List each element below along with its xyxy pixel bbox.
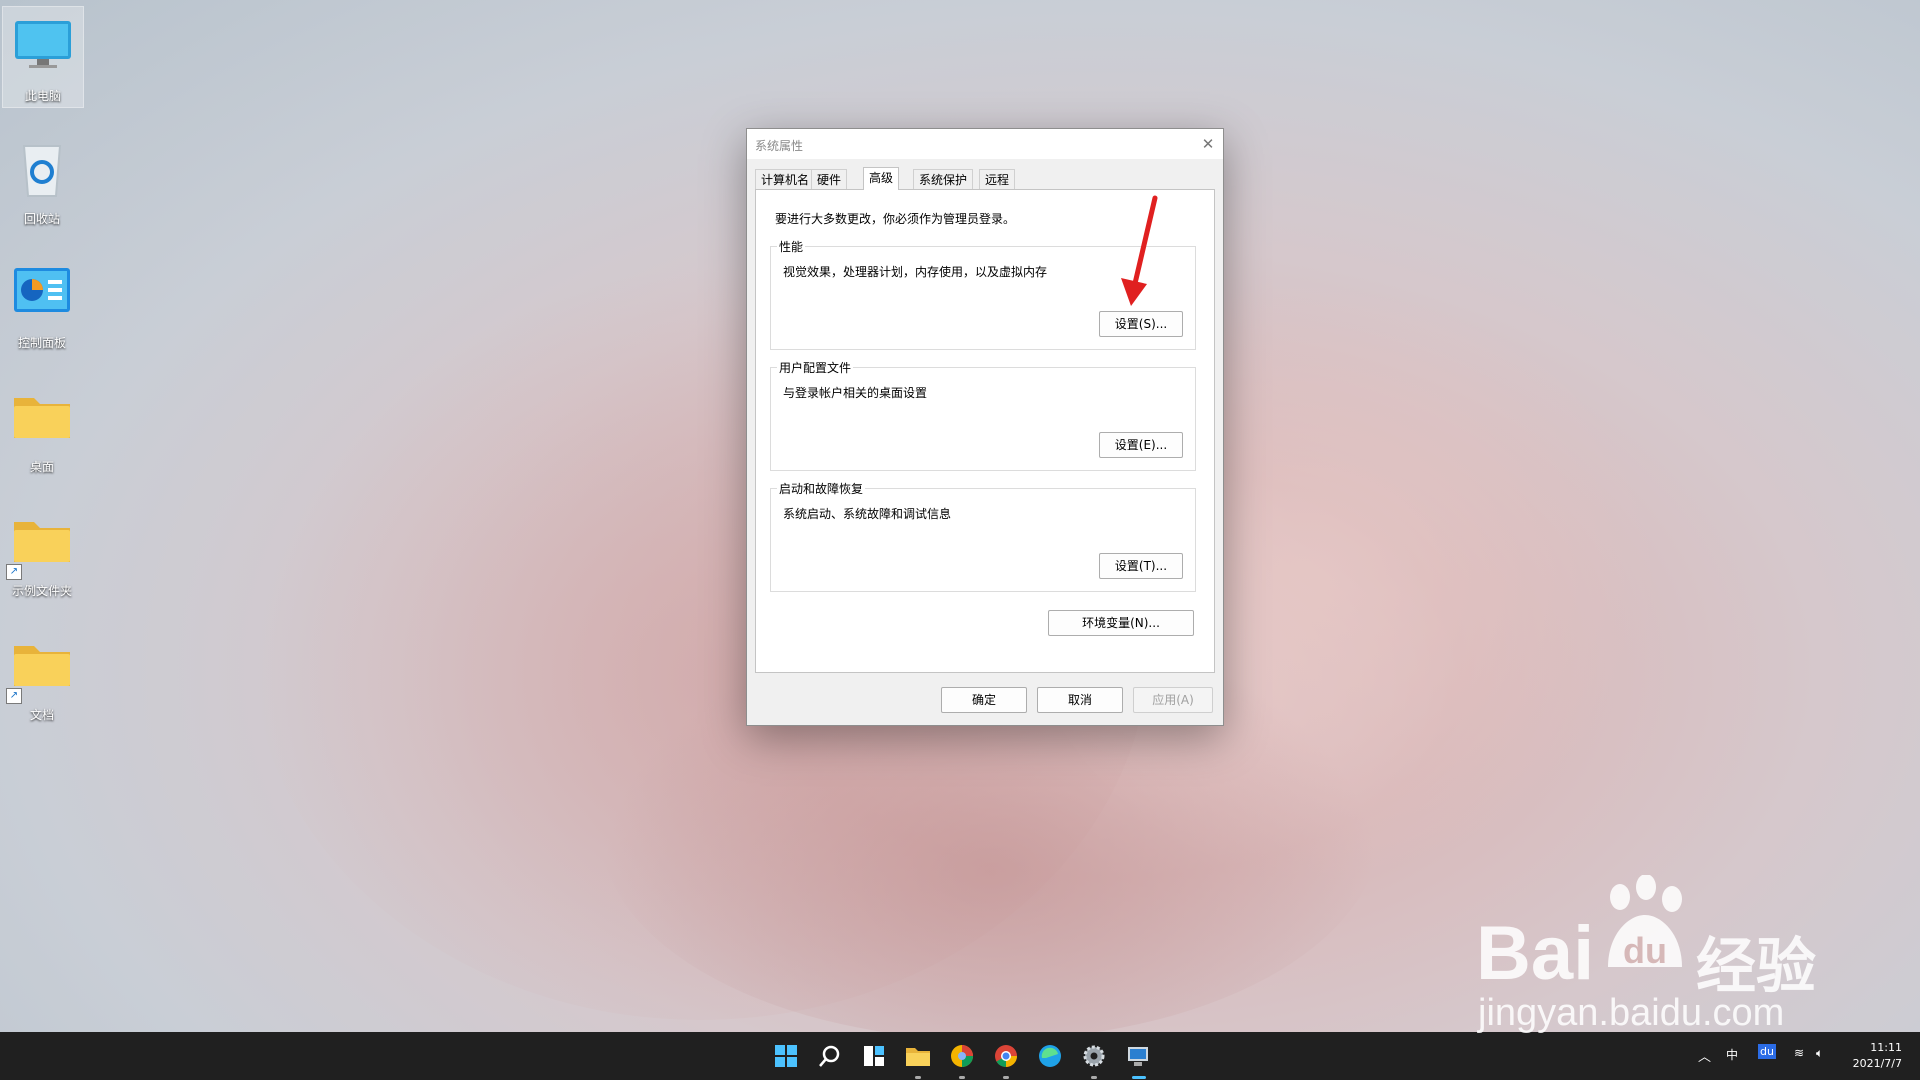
tab-advanced[interactable]: 高级 bbox=[863, 167, 900, 190]
wifi-icon[interactable]: ≋ bbox=[1794, 1046, 1804, 1060]
this-pc-icon bbox=[15, 21, 71, 68]
close-icon[interactable]: ✕ bbox=[1193, 129, 1223, 159]
start-windows-icon[interactable] bbox=[770, 1040, 802, 1072]
recycle-bin-icon bbox=[22, 145, 62, 197]
taskbar-clock[interactable]: 11:11 2021/7/7 bbox=[1853, 1040, 1902, 1072]
dialog-titlebar[interactable]: 系统属性 ✕ bbox=[747, 129, 1223, 159]
shortcut-arrow-icon: ↗ bbox=[6, 564, 22, 580]
widgets-icon[interactable] bbox=[858, 1040, 890, 1072]
edge-browser-icon[interactable] bbox=[1034, 1040, 1066, 1072]
user-profiles-group: 用户配置文件 与登录帐户相关的桌面设置 设置(E)... bbox=[770, 359, 1196, 471]
tab-computer-name[interactable]: 计算机名 bbox=[755, 169, 816, 190]
file-explorer-icon[interactable] bbox=[902, 1040, 934, 1072]
system-properties-app-icon[interactable] bbox=[1122, 1040, 1154, 1072]
settings-gear-icon[interactable] bbox=[1078, 1040, 1110, 1072]
red-arrow-annotation bbox=[1121, 195, 1158, 306]
watermark-brand: Bai bbox=[1476, 911, 1595, 996]
tab-remote[interactable]: 远程 bbox=[979, 169, 1016, 190]
group-title: 启动和故障恢复 bbox=[777, 480, 866, 497]
admin-notice: 要进行大多数更改，你必须作为管理员登录。 bbox=[775, 212, 1016, 226]
desktop-icon-recycle-bin[interactable]: 回收站 bbox=[2, 130, 82, 230]
chrome-icon[interactable] bbox=[990, 1040, 1022, 1072]
group-description: 系统启动、系统故障和调试信息 bbox=[783, 507, 952, 521]
volume-icon[interactable]: 🔈︎ bbox=[1816, 1046, 1823, 1061]
show-hidden-icons-chevron-icon[interactable]: ︿ bbox=[1698, 1046, 1711, 1065]
clock-time: 11:11 bbox=[1870, 1041, 1902, 1054]
folder-shortcut-icon bbox=[14, 646, 70, 686]
desktop-icon-label: 此电脑 bbox=[24, 89, 61, 103]
desktop-icon-label: 控制面板 bbox=[17, 336, 66, 350]
startup-recovery-settings-button[interactable]: 设置(T)... bbox=[1099, 553, 1183, 579]
clock-date: 2021/7/7 bbox=[1852, 1057, 1902, 1070]
ok-button[interactable]: 确定 bbox=[941, 687, 1027, 713]
cancel-button[interactable]: 取消 bbox=[1037, 687, 1123, 713]
desktop-icon-sample-folder[interactable]: ↗ 示例文件夹 bbox=[2, 502, 82, 602]
startup-recovery-group: 启动和故障恢复 系统启动、系统故障和调试信息 设置(T)... bbox=[770, 480, 1196, 592]
desktop-icon-control-panel[interactable]: 控制面板 bbox=[2, 254, 82, 354]
desktop-icon-this-pc[interactable]: 此电脑 bbox=[2, 6, 84, 108]
browser-colorful-icon[interactable] bbox=[946, 1040, 978, 1072]
baidu-paw-logo: du bbox=[1608, 875, 1682, 971]
dialog-title: 系统属性 bbox=[755, 139, 804, 153]
desktop-icon-desktop-folder[interactable]: 桌面 bbox=[2, 378, 82, 478]
performance-settings-button[interactable]: 设置(S)... bbox=[1099, 311, 1183, 337]
group-description: 视觉效果，处理器计划，内存使用，以及虚拟内存 bbox=[783, 265, 1048, 279]
desktop-icon-label: 文档 bbox=[29, 708, 54, 722]
taskbar: ︿ 中 du ≋ 🔈︎ 11:11 2021/7/7 bbox=[0, 1032, 1920, 1080]
tab-system-protection[interactable]: 系统保护 bbox=[913, 169, 974, 190]
folder-shortcut-icon bbox=[14, 522, 70, 562]
apply-button[interactable]: 应用(A) bbox=[1133, 687, 1213, 713]
environment-variables-button[interactable]: 环境变量(N)... bbox=[1048, 610, 1194, 636]
shortcut-arrow-icon: ↗ bbox=[6, 688, 22, 704]
search-icon[interactable] bbox=[814, 1040, 846, 1072]
tab-hardware[interactable]: 硬件 bbox=[811, 169, 848, 190]
group-title: 用户配置文件 bbox=[777, 359, 854, 376]
user-profiles-settings-button[interactable]: 设置(E)... bbox=[1099, 432, 1183, 458]
baidu-tray-icon[interactable]: du bbox=[1758, 1044, 1776, 1059]
control-panel-icon bbox=[14, 268, 70, 312]
desktop-icon-label: 回收站 bbox=[23, 212, 60, 226]
ime-indicator[interactable]: 中 bbox=[1726, 1046, 1738, 1063]
svg-text:du: du bbox=[1623, 930, 1667, 971]
desktop-icon-label: 桌面 bbox=[29, 460, 54, 474]
group-description: 与登录帐户相关的桌面设置 bbox=[783, 386, 928, 400]
watermark-url: jingyan.baidu.com bbox=[1478, 992, 1785, 1034]
desktop-icon-label: 示例文件夹 bbox=[11, 584, 72, 598]
desktop-icon-documents[interactable]: ↗ 文档 bbox=[2, 626, 82, 726]
folder-icon bbox=[14, 398, 70, 438]
group-title: 性能 bbox=[777, 238, 806, 255]
